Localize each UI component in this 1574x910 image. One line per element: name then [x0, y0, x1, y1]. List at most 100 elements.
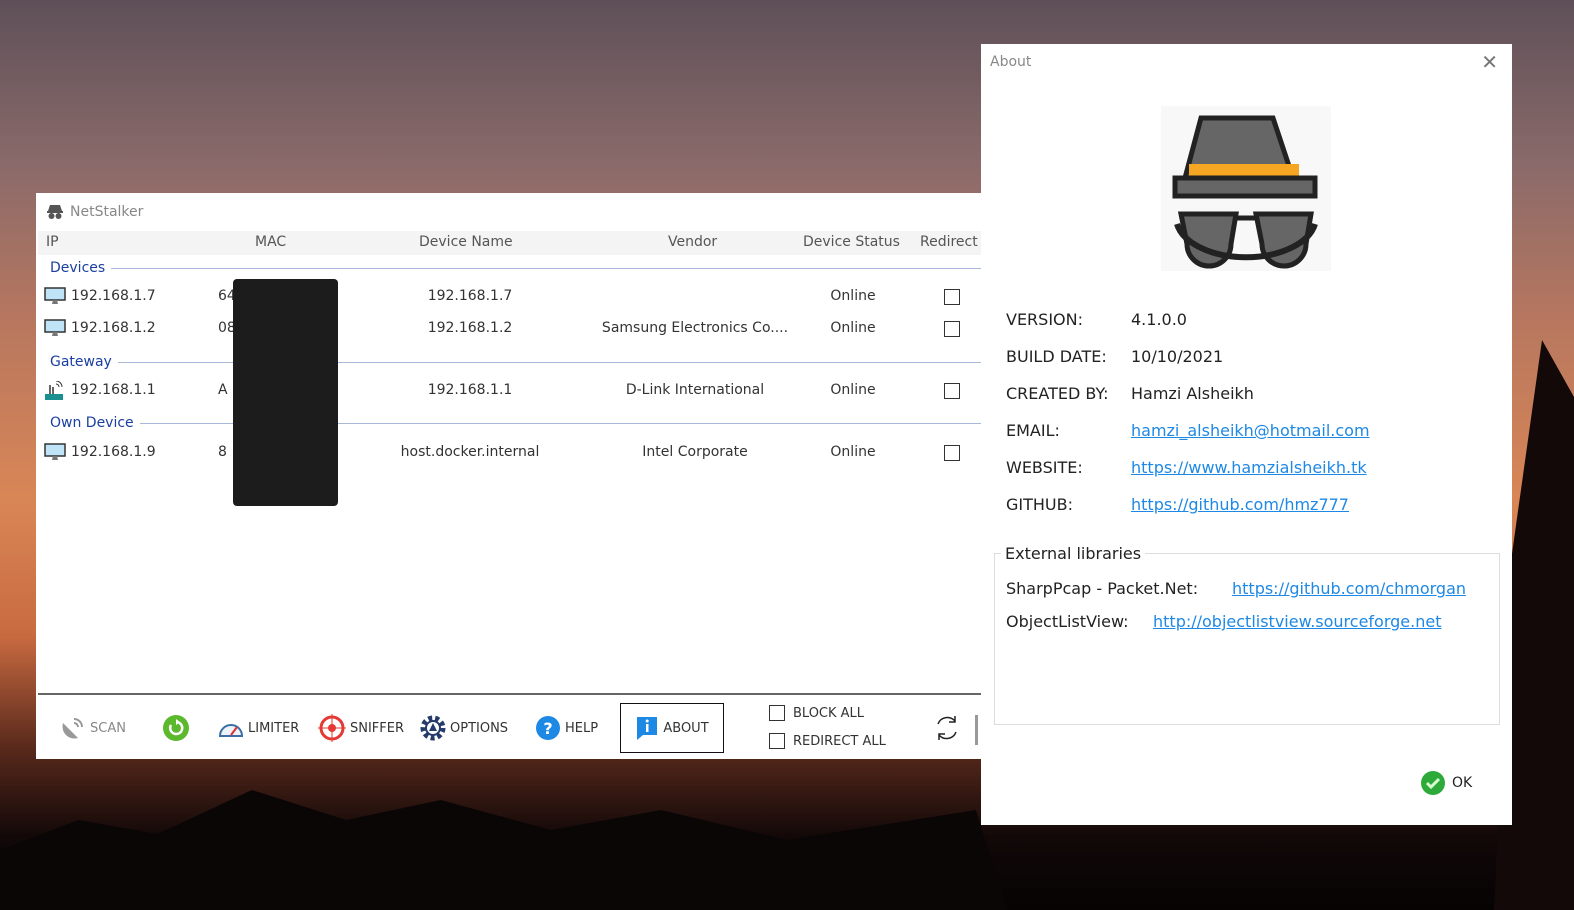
checkbox[interactable]: [769, 733, 785, 749]
sniffer-button[interactable]: SNIFFER: [318, 713, 404, 743]
group-own-device: Own Device: [50, 415, 982, 431]
checkbox[interactable]: [769, 705, 785, 721]
cell-mac: 8: [218, 444, 227, 460]
scan-button[interactable]: SCAN: [60, 713, 126, 743]
info-label: BUILD DATE:: [1006, 347, 1107, 366]
cell-device-name: 192.168.1.1: [427, 382, 513, 398]
redirect-all-label: REDIRECT ALL: [793, 733, 886, 749]
link-value[interactable]: https://github.com/hmz777: [1131, 495, 1349, 514]
ok-label: OK: [1452, 775, 1473, 791]
scan-label: SCAN: [90, 720, 126, 736]
column-mac[interactable]: MAC: [255, 234, 286, 250]
column-header: IP MAC Device Name Vendor Device Status …: [38, 231, 982, 255]
info-label: CREATED BY:: [1006, 384, 1109, 403]
cell-vendor: Samsung Electronics Co....: [601, 320, 789, 336]
router-icon: [44, 380, 64, 405]
block-all-checkbox[interactable]: BLOCK ALL: [769, 703, 864, 723]
ok-button[interactable]: OK: [1420, 770, 1472, 796]
info-label: VERSION:: [1006, 310, 1083, 329]
monitor-icon: [44, 287, 66, 309]
info-value: Hamzi Alsheikh: [1131, 384, 1254, 403]
help-button[interactable]: ? HELP: [535, 713, 598, 743]
limiter-label: LIMITER: [248, 720, 300, 736]
sniffer-label: SNIFFER: [350, 720, 405, 736]
table-row[interactable]: 192.168.1.2 08 192.168.1.2 Samsung Elect…: [36, 315, 982, 343]
link-value[interactable]: hamzi_alsheikh@hotmail.com: [1131, 421, 1370, 440]
redirect-checkbox[interactable]: [944, 383, 960, 399]
gear-icon: [420, 715, 446, 741]
cell-device-name: host.docker.internal: [400, 444, 540, 460]
redirect-checkbox[interactable]: [944, 289, 960, 305]
close-icon[interactable]: ✕: [1481, 50, 1498, 74]
lib-objectlistview-link[interactable]: http://objectlistview.sourceforge.net: [1153, 612, 1441, 631]
about-dialog: About ✕ VERSION: 4.1.0.0 BUILD DATE: 10/10/…: [981, 44, 1512, 825]
cell-status: Online: [830, 382, 876, 398]
redirect-checkbox[interactable]: [944, 321, 960, 337]
lib-sharppcap-label: SharpPcap - Packet.Net:: [1006, 579, 1199, 598]
redirect-checkbox[interactable]: [944, 445, 960, 461]
column-device-status[interactable]: Device Status: [803, 234, 900, 250]
group-gateway: Gateway: [50, 354, 982, 370]
options-button[interactable]: OPTIONS: [420, 713, 508, 743]
table-row[interactable]: 192.168.1.9 8 host.docker.internal Intel…: [36, 439, 982, 467]
link-value[interactable]: https://www.hamzialsheikh.tk: [1131, 458, 1367, 477]
link-label: EMAIL:: [1006, 421, 1060, 440]
help-icon: ?: [536, 716, 560, 740]
info-value: 4.1.0.0: [1131, 310, 1187, 329]
cell-status: Online: [830, 320, 876, 336]
block-all-label: BLOCK ALL: [793, 705, 865, 721]
lib-objectlistview-label: ObjectListView:: [1006, 612, 1129, 631]
column-vendor[interactable]: Vendor: [668, 234, 717, 250]
info-value: 10/10/2021: [1131, 347, 1224, 366]
cell-vendor: Intel Corporate: [642, 444, 748, 460]
about-button[interactable]: ABOUT: [620, 703, 724, 753]
group-devices: Devices: [50, 260, 982, 276]
cell-device-name: 192.168.1.7: [427, 288, 513, 304]
help-label: HELP: [565, 720, 599, 736]
info-icon: [637, 717, 658, 740]
satellite-dish-icon: [62, 718, 83, 739]
cell-vendor: D-Link International: [625, 382, 765, 398]
sync-button[interactable]: [933, 713, 961, 743]
external-libraries-title: External libraries: [1001, 544, 1146, 563]
cell-device-name: 192.168.1.2: [427, 320, 513, 336]
window-title: NetStalker: [70, 204, 144, 220]
title-bar: NetStalker: [36, 193, 982, 231]
sync-icon: [937, 716, 957, 740]
cell-ip: 192.168.1.1: [71, 382, 156, 398]
scrollbar[interactable]: [975, 715, 978, 745]
options-label: OPTIONS: [450, 720, 509, 736]
table-row[interactable]: 192.168.1.1 A 192.168.1.1 D-Link Interna…: [36, 377, 982, 405]
lib-sharppcap-link[interactable]: https://github.com/chmorgan: [1232, 579, 1466, 598]
group-label: Devices: [50, 260, 106, 276]
speedometer-icon: [218, 724, 244, 737]
column-redirect[interactable]: Redirect: [920, 234, 978, 250]
link-label: GITHUB:: [1006, 495, 1073, 514]
cell-ip: 192.168.1.9: [71, 444, 156, 460]
redirect-all-checkbox[interactable]: REDIRECT ALL: [769, 731, 886, 751]
app-logo: [1161, 106, 1331, 271]
app-logo-icon: [47, 205, 63, 219]
group-label: Own Device: [50, 415, 134, 431]
monitor-icon: [44, 443, 66, 465]
checkmark-icon: [1421, 771, 1445, 795]
about-label: ABOUT: [663, 720, 709, 736]
redaction-box: [233, 279, 338, 506]
limiter-button[interactable]: LIMITER: [218, 713, 299, 743]
link-label: WEBSITE:: [1006, 458, 1083, 477]
cell-ip: 192.168.1.2: [71, 320, 156, 336]
cell-status: Online: [830, 288, 876, 304]
refresh-button[interactable]: [162, 713, 190, 743]
cell-status: Online: [830, 444, 876, 460]
cell-ip: 192.168.1.7: [71, 288, 156, 304]
netstalker-window: NetStalker IP MAC Device Name Vendor Dev…: [36, 193, 982, 759]
dialog-title: About: [990, 54, 1032, 70]
cell-mac: A: [218, 382, 228, 398]
monitor-icon: [44, 319, 66, 341]
refresh-icon: [163, 715, 189, 741]
column-ip[interactable]: IP: [46, 234, 59, 250]
group-label: Gateway: [50, 354, 112, 370]
table-row[interactable]: 192.168.1.7 64 192.168.1.7 Online: [36, 283, 982, 311]
column-device-name[interactable]: Device Name: [419, 234, 513, 250]
external-libraries-group: External libraries SharpPcap - Packet.Ne…: [994, 544, 1500, 725]
